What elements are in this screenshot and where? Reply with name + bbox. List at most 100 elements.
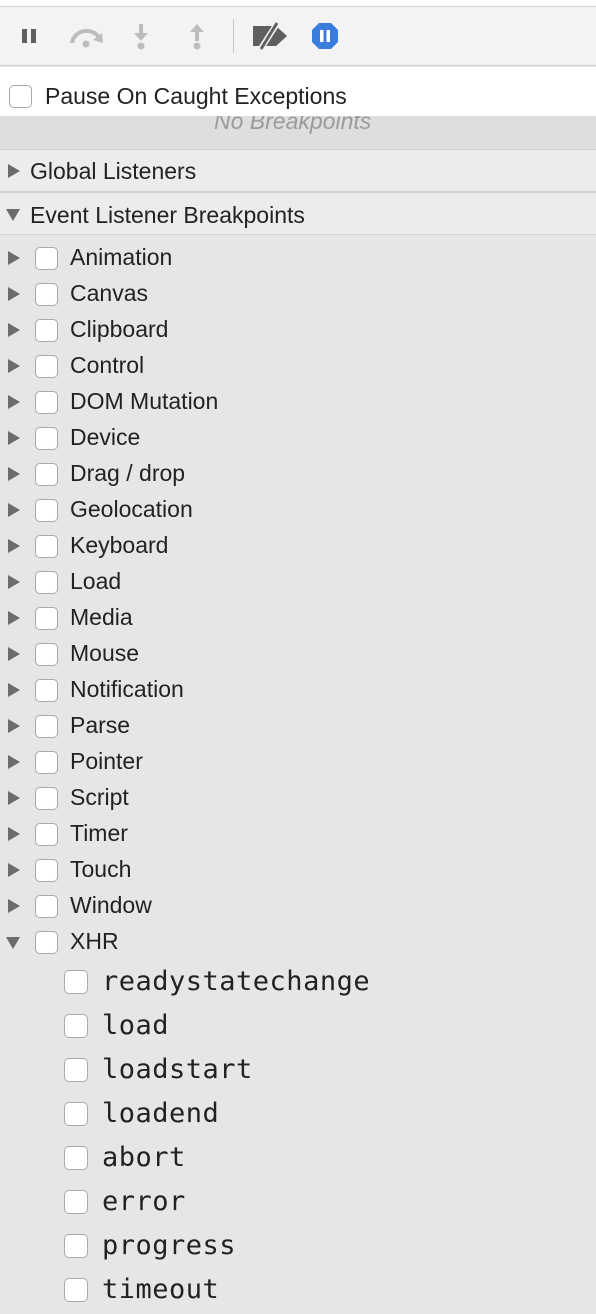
category-checkbox[interactable]	[35, 895, 58, 918]
category-label: Mouse	[70, 640, 140, 666]
category-row[interactable]: Canvas	[0, 276, 596, 312]
xhr-event-row[interactable]: abort	[0, 1136, 596, 1180]
xhr-event-row[interactable]: timeout	[0, 1268, 596, 1312]
category-checkbox[interactable]	[35, 427, 58, 450]
category-row[interactable]: Geolocation	[0, 492, 596, 528]
xhr-event-row[interactable]: loadend	[0, 1092, 596, 1136]
category-checkbox[interactable]	[35, 283, 58, 306]
expand-arrow-icon[interactable]	[8, 395, 20, 409]
category-checkbox[interactable]	[35, 499, 58, 522]
step-over-button[interactable]	[66, 21, 106, 51]
expand-arrow-icon[interactable]	[8, 251, 20, 265]
xhr-event-row[interactable]: readystatechange	[0, 960, 596, 1004]
section-global-listeners[interactable]: Global Listeners	[0, 149, 596, 192]
xhr-event-label: loadstart	[102, 1054, 253, 1085]
category-checkbox[interactable]	[35, 679, 58, 702]
pause-on-caught-label: Pause On Caught Exceptions	[45, 83, 347, 109]
category-checkbox[interactable]	[35, 859, 58, 882]
xhr-event-label: readystatechange	[102, 966, 371, 997]
category-checkbox[interactable]	[35, 715, 58, 738]
category-checkbox[interactable]	[35, 463, 58, 486]
category-row[interactable]: Device	[0, 420, 596, 456]
xhr-event-row[interactable]: error	[0, 1180, 596, 1224]
category-checkbox[interactable]	[35, 391, 58, 414]
category-checkbox[interactable]	[35, 751, 58, 774]
category-row[interactable]: Mouse	[0, 636, 596, 672]
expand-arrow-icon[interactable]	[8, 503, 20, 517]
expand-arrow-icon[interactable]	[8, 575, 20, 589]
deactivate-breakpoints-button[interactable]	[250, 21, 290, 51]
category-row[interactable]: Window	[0, 888, 596, 924]
category-checkbox[interactable]	[35, 247, 58, 270]
category-row[interactable]: Script	[0, 780, 596, 816]
xhr-event-checkbox[interactable]	[64, 1278, 88, 1302]
category-row[interactable]: Timer	[0, 816, 596, 852]
category-row[interactable]: Media	[0, 600, 596, 636]
expand-arrow-icon[interactable]	[8, 683, 20, 697]
step-into-button[interactable]	[126, 21, 156, 51]
pause-on-caught-checkbox[interactable]	[9, 85, 32, 108]
xhr-event-label: load	[102, 1010, 170, 1041]
category-checkbox[interactable]	[35, 823, 58, 846]
xhr-event-checkbox[interactable]	[64, 1234, 88, 1258]
category-row[interactable]: Notification	[0, 672, 596, 708]
category-row[interactable]: Touch	[0, 852, 596, 888]
category-checkbox[interactable]	[35, 571, 58, 594]
pause-icon	[22, 29, 36, 43]
expand-arrow-icon[interactable]	[8, 359, 20, 373]
category-label: Media	[70, 604, 133, 630]
category-row[interactable]: Parse	[0, 708, 596, 744]
expand-arrow-icon[interactable]	[8, 719, 20, 733]
category-checkbox[interactable]	[35, 643, 58, 666]
xhr-event-checkbox[interactable]	[64, 1014, 88, 1038]
step-into-icon	[134, 24, 148, 50]
category-label: DOM Mutation	[70, 388, 219, 414]
category-row[interactable]: DOM Mutation	[0, 384, 596, 420]
category-checkbox[interactable]	[35, 787, 58, 810]
category-row[interactable]: XHR	[0, 924, 596, 960]
expand-arrow-icon[interactable]	[8, 467, 20, 481]
expand-arrow-icon[interactable]	[8, 323, 20, 337]
expand-arrow-icon[interactable]	[8, 755, 20, 769]
expand-arrow-icon[interactable]	[8, 431, 20, 445]
xhr-event-checkbox[interactable]	[64, 1102, 88, 1126]
expand-arrow-icon[interactable]	[8, 791, 20, 805]
category-checkbox[interactable]	[35, 607, 58, 630]
pause-on-exceptions-button[interactable]	[310, 21, 340, 51]
step-out-button[interactable]	[182, 21, 212, 51]
expand-arrow-icon[interactable]	[8, 863, 20, 877]
category-row[interactable]: Pointer	[0, 744, 596, 780]
category-row[interactable]: Animation	[0, 240, 596, 276]
category-checkbox[interactable]	[35, 535, 58, 558]
category-row[interactable]: Drag / drop	[0, 456, 596, 492]
collapse-arrow-icon[interactable]	[6, 937, 20, 949]
category-row[interactable]: Clipboard	[0, 312, 596, 348]
category-label: Script	[70, 784, 129, 810]
category-checkbox[interactable]	[35, 319, 58, 342]
category-checkbox[interactable]	[35, 355, 58, 378]
section-event-listener-breakpoints[interactable]: Event Listener Breakpoints	[0, 192, 596, 235]
category-row[interactable]: Control	[0, 348, 596, 384]
expand-arrow-icon[interactable]	[8, 287, 20, 301]
expand-arrow-icon[interactable]	[8, 611, 20, 625]
xhr-event-row[interactable]: load	[0, 1004, 596, 1048]
category-checkbox[interactable]	[35, 931, 58, 954]
expand-arrow-icon[interactable]	[8, 899, 20, 913]
expand-arrow-icon[interactable]	[8, 827, 20, 841]
category-row[interactable]: Keyboard	[0, 528, 596, 564]
category-row[interactable]: Load	[0, 564, 596, 600]
category-label: Keyboard	[70, 532, 169, 558]
xhr-event-checkbox[interactable]	[64, 1146, 88, 1170]
step-out-icon	[190, 24, 204, 50]
xhr-event-checkbox[interactable]	[64, 1190, 88, 1214]
xhr-event-row[interactable]: loadstart	[0, 1048, 596, 1092]
collapse-arrow-icon	[6, 209, 20, 221]
expand-arrow-icon[interactable]	[8, 647, 20, 661]
pause-button[interactable]	[14, 21, 44, 51]
expand-arrow-icon[interactable]	[8, 539, 20, 553]
breakpoints-empty-area: No Breakpoints	[0, 116, 596, 149]
xhr-event-row[interactable]: progress	[0, 1224, 596, 1268]
xhr-event-checkbox[interactable]	[64, 970, 88, 994]
xhr-event-checkbox[interactable]	[64, 1058, 88, 1082]
category-label: Parse	[70, 712, 131, 738]
